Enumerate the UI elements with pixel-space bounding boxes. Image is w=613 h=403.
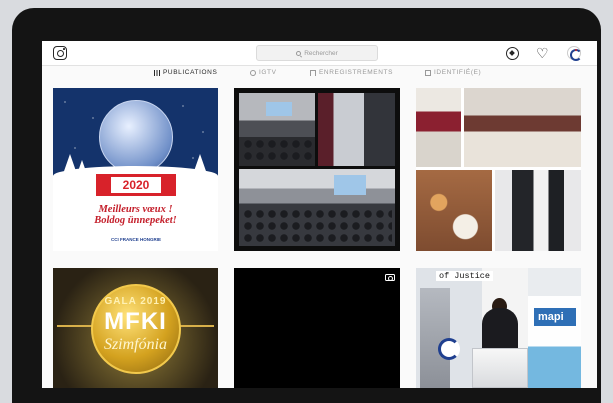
tab-label: ENREGISTREMENTS (319, 69, 394, 76)
post-video[interactable] (234, 268, 400, 388)
gala-mfki: MFKI (104, 308, 167, 335)
tagged-icon (425, 69, 431, 76)
photo-reception (464, 88, 581, 167)
gala-title: GALA 2019 (104, 296, 167, 307)
caption-text: of Justice (436, 271, 494, 281)
tab-label: IGTV (259, 69, 277, 76)
tab-label: PUBLICATIONS (163, 69, 218, 76)
video-camera-icon (385, 274, 395, 281)
brand-logo-text: CCI FRANCE HONGRIE (111, 237, 162, 242)
tab-enregistrements[interactable]: ENREGISTREMENTS (310, 69, 393, 76)
post-gala-2019[interactable]: GALA 2019 MFKI Szimfónia (53, 268, 218, 388)
audience-heads (242, 138, 312, 162)
cci-logo-icon (438, 338, 460, 360)
year-label: 2020 (110, 177, 162, 193)
top-navigation-bar: Rechercher ♡ (42, 41, 597, 66)
search-icon (296, 50, 302, 56)
search-input[interactable]: Rechercher (256, 45, 378, 61)
greeting-text: Meilleurs vœux ! Boldog ünnepeket! (53, 204, 218, 226)
profile-tabs: PUBLICATIONS IGTV ENREGISTREMENTS IDENTI… (42, 67, 597, 79)
greeting-line-2: Boldog ünnepeket! (94, 215, 177, 226)
profile-avatar-icon[interactable] (567, 46, 582, 61)
heart-icon[interactable]: ♡ (536, 46, 549, 60)
post-conference-collage[interactable] (234, 88, 400, 251)
gala-subtitle: Szimfónia (103, 336, 168, 353)
tab-publications[interactable]: PUBLICATIONS (154, 69, 217, 76)
photo-guests (495, 170, 581, 251)
bookmark-icon (310, 69, 316, 76)
tab-label: IDENTIFIÉ(E) (434, 69, 482, 76)
instagram-icon[interactable] (53, 46, 67, 60)
post-buffet-collage[interactable] (416, 88, 581, 251)
photo-presentation (318, 93, 395, 166)
post-speaker[interactable]: mapi of Justice (416, 268, 581, 388)
speaker-figure (482, 308, 518, 348)
greeting-line-1: Meilleurs vœux ! (98, 204, 173, 215)
explore-compass-icon[interactable] (506, 47, 519, 60)
tab-identifie[interactable]: IDENTIFIÉ(E) (425, 69, 481, 76)
lectern (472, 348, 528, 388)
audience-heads (242, 208, 392, 244)
grid-icon (154, 69, 160, 76)
projector-screen (266, 102, 292, 116)
photo-food (416, 170, 492, 251)
instagram-profile-screen: Rechercher ♡ PUBLICATIONS IGTV ENREGISTR… (42, 41, 597, 388)
laptop-frame: Rechercher ♡ PUBLICATIONS IGTV ENREGISTR… (12, 8, 601, 403)
post-christmas-card[interactable]: 2020 Meilleurs vœux ! Boldog ünnepeket! … (53, 88, 218, 251)
sponsor-sign: mapi (534, 308, 576, 326)
projector-screen (334, 175, 366, 195)
tab-igtv[interactable]: IGTV (250, 69, 277, 76)
photo-wine-bottle (416, 88, 461, 167)
globe-base: 2020 (96, 174, 176, 196)
igtv-icon (250, 69, 256, 76)
snow-globe-image (99, 100, 173, 174)
search-placeholder: Rechercher (304, 49, 338, 57)
